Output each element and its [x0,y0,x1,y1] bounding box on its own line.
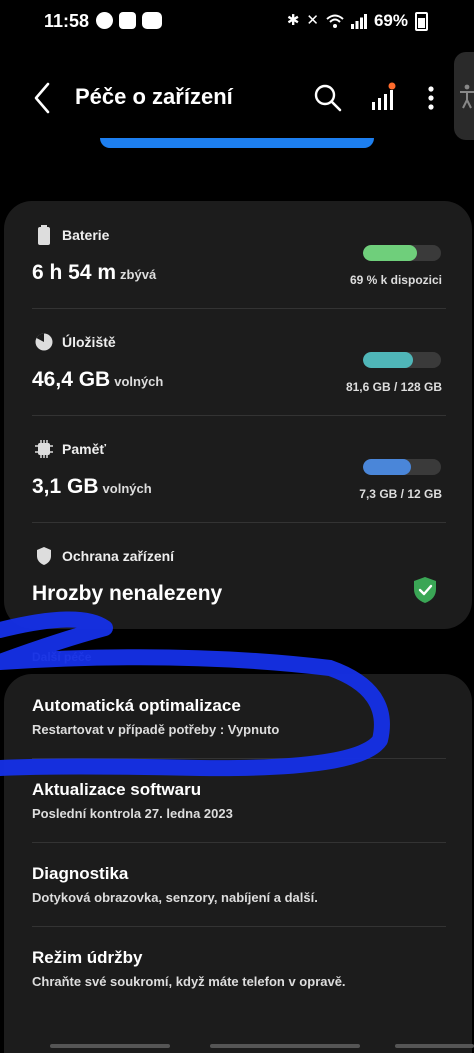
battery-label: Baterie [62,227,110,243]
item-subtitle: Restartovat v případě potřeby : Vypnuto [32,722,280,737]
status-time: 11:58 [44,11,90,31]
storage-value: 46,4 GB volných [32,368,163,392]
item-subtitle: Chraňte své soukromí, když máte telefon … [32,974,346,989]
battery-icon [38,225,50,245]
storage-row[interactable]: Úložiště 46,4 GB volných 81,6 GB / 128 GB [4,308,472,415]
mute-icon: ✕ [306,12,319,29]
list-item-maintenance-mode[interactable]: Režim údržby Chraňte své soukromí, když … [4,926,472,1010]
list-item-software-update[interactable]: Aktualizace softwaru Poslední kontrola 2… [4,758,472,842]
nav-segment [210,1044,360,1048]
device-protection-row[interactable]: Ochrana zařízení Hrozby nenalezeny [4,522,472,629]
youtube-icon [142,12,162,29]
battery-bar [363,245,441,261]
storage-detail: 81,6 GB / 128 GB [345,380,442,394]
more-options-icon[interactable] [413,80,449,116]
battery-row[interactable]: Baterie 6 h 54 m zbývá 69 % k dispozici [4,201,472,308]
score-banner-edge [100,138,374,148]
memory-detail: 7,3 GB / 12 GB [359,487,442,501]
nav-segment [50,1044,170,1048]
memory-free: 3,1 GB [32,475,99,498]
list-item-diagnostics[interactable]: Diagnostika Dotyková obrazovka, senzory,… [4,842,472,926]
diagnostics-chart-icon[interactable] [365,80,401,116]
shield-check-icon [414,577,436,603]
memory-bar [363,459,441,475]
battery-time: 6 h 54 m [32,261,117,284]
more-care-card: Automatická optimalizace Restartovat v p… [4,674,472,1053]
status-app-icons [96,12,162,29]
storage-bar-fill [363,352,413,368]
storage-free: 46,4 GB [32,368,111,391]
accessibility-handle[interactable] [454,52,474,140]
signal-icon [350,13,367,29]
list-item-auto-optimization[interactable]: Automatická optimalizace Restartovat v p… [4,674,472,758]
battery-unit: zbývá [120,267,157,282]
status-system-icons: ✱ ✕ 69% [287,11,428,31]
protection-value: Hrozby nenalezeny [32,582,223,605]
back-icon[interactable] [30,80,56,116]
battery-bar-fill [363,245,417,261]
battery-icon [415,11,428,31]
storage-unit: volných [114,374,164,389]
item-title: Aktualizace softwaru [32,780,202,799]
memory-label: Paměť [62,441,107,457]
messenger-icon [96,12,113,29]
memory-chip-icon [35,440,53,458]
section-title-more-care: Další péče [32,650,92,664]
battery-value: 6 h 54 m zbývá [32,261,156,285]
nav-segment [395,1044,474,1048]
protection-label: Ochrana zařízení [62,548,175,564]
battery-detail: 69 % k dispozici [349,273,442,287]
accessibility-icon [460,84,474,109]
memory-value: 3,1 GB volných [32,475,152,499]
status-bar: 11:58 ✱ ✕ 69% [0,0,474,42]
item-title: Diagnostika [32,864,129,883]
item-subtitle: Dotyková obrazovka, senzory, nabíjení a … [32,890,318,905]
item-title: Režim údržby [32,948,143,967]
status-card: Baterie 6 h 54 m zbývá 69 % k dispozici Ú… [4,201,472,629]
battery-percent: 69% [373,11,408,30]
storage-label: Úložiště [62,334,116,350]
notification-icon [119,12,136,29]
item-title: Automatická optimalizace [32,696,241,715]
memory-row[interactable]: Paměť 3,1 GB volných 7,3 GB / 12 GB [4,415,472,522]
wifi-icon [326,14,344,28]
memory-unit: volných [102,481,152,496]
memory-bar-fill [363,459,411,475]
search-icon[interactable] [310,80,346,116]
pie-chart-icon [35,333,53,351]
bluetooth-icon: ✱ [286,12,300,29]
shield-icon [37,547,51,565]
page-title: Péče o zařízení [75,84,233,109]
storage-bar [363,352,441,368]
navigation-bar [0,1040,474,1053]
item-subtitle: Poslední kontrola 27. ledna 2023 [32,806,233,821]
